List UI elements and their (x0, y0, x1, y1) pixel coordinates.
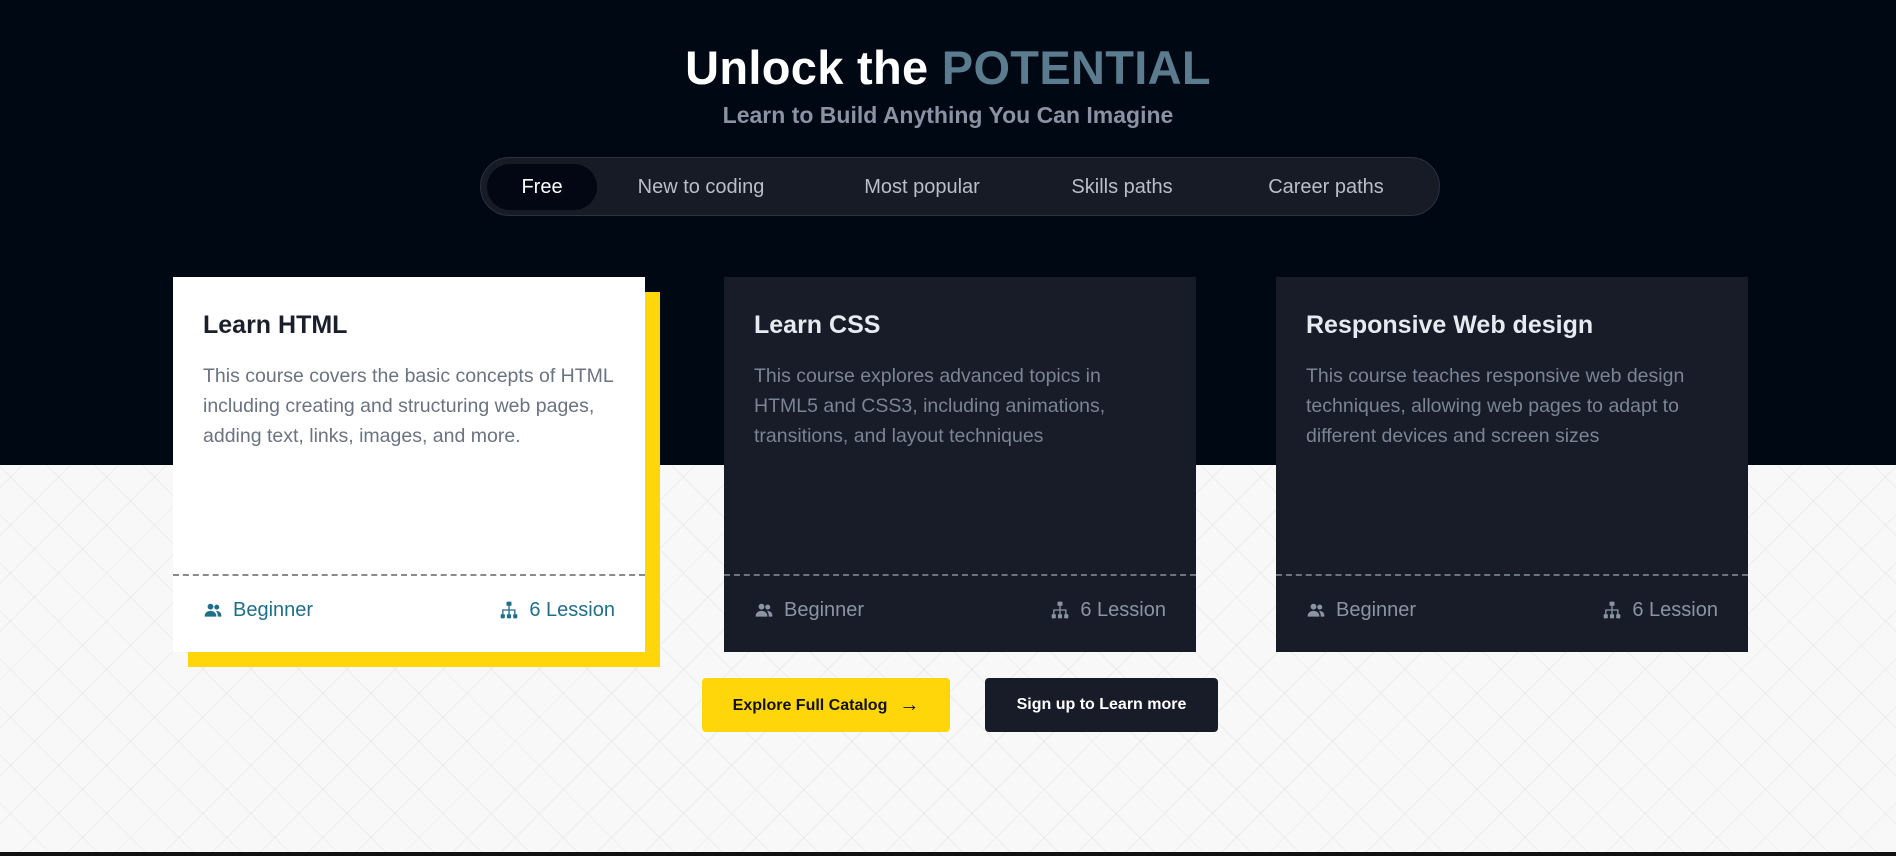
tab-career-paths[interactable]: Career paths (1231, 164, 1421, 210)
course-lessons-label: 6 Lession (1080, 599, 1166, 621)
tab-most-popular[interactable]: Most popular (837, 164, 1007, 210)
hero-title-start: Unlock the (685, 41, 942, 94)
hero-title-accent: POTENTIAL (941, 41, 1211, 94)
arrow-right-icon: → (899, 694, 920, 716)
users-icon (204, 603, 222, 617)
explore-catalog-button[interactable]: Explore Full Catalog → (702, 678, 950, 732)
sitemap-icon (1604, 601, 1621, 619)
course-level-label: Beginner (784, 599, 865, 621)
course-title: Responsive Web design (1306, 311, 1594, 339)
course-description: This course covers the basic concepts of… (203, 365, 614, 447)
course-card-css[interactable]: Learn CSS This course explores advanced … (724, 277, 1196, 652)
explore-catalog-label: Explore Full Catalog (732, 697, 888, 714)
card-divider (724, 574, 1196, 576)
course-filter-tabs: Free New to coding Most popular Skills p… (480, 157, 1440, 216)
course-lessons: 6 Lession (1050, 595, 1166, 625)
sitemap-icon (1052, 601, 1069, 619)
signup-button[interactable]: Sign up to Learn more (985, 678, 1218, 732)
tab-skills-paths[interactable]: Skills paths (1047, 164, 1197, 210)
course-level: Beginner (754, 595, 864, 625)
hero-title: Unlock the POTENTIAL (0, 40, 1896, 95)
course-level: Beginner (203, 595, 313, 625)
course-lessons-label: 6 Lession (529, 599, 615, 621)
course-lessons: 6 Lession (499, 595, 615, 625)
sitemap-icon (501, 601, 518, 619)
course-description: This course teaches responsive web desig… (1306, 365, 1685, 447)
card-divider (173, 574, 645, 576)
bottom-border (0, 852, 1896, 856)
course-lessons-label: 6 Lession (1632, 599, 1718, 621)
course-lessons: 6 Lession (1602, 595, 1718, 625)
hero-subtitle: Learn to Build Anything You Can Imagine (722, 102, 1174, 128)
tab-new-to-coding[interactable]: New to coding (611, 164, 791, 210)
course-description: This course explores advanced topics in … (754, 365, 1106, 447)
users-icon (1307, 603, 1325, 617)
course-title: Learn HTML (203, 311, 348, 339)
users-icon (755, 603, 773, 617)
course-level-label: Beginner (233, 599, 314, 621)
course-title: Learn CSS (754, 311, 881, 339)
tab-free[interactable]: Free (487, 164, 597, 210)
card-divider (1276, 574, 1748, 576)
course-level: Beginner (1306, 595, 1416, 625)
course-card-responsive[interactable]: Responsive Web design This course teache… (1276, 277, 1748, 652)
course-card-html[interactable]: Learn HTML This course covers the basic … (173, 277, 645, 652)
course-level-label: Beginner (1336, 599, 1417, 621)
